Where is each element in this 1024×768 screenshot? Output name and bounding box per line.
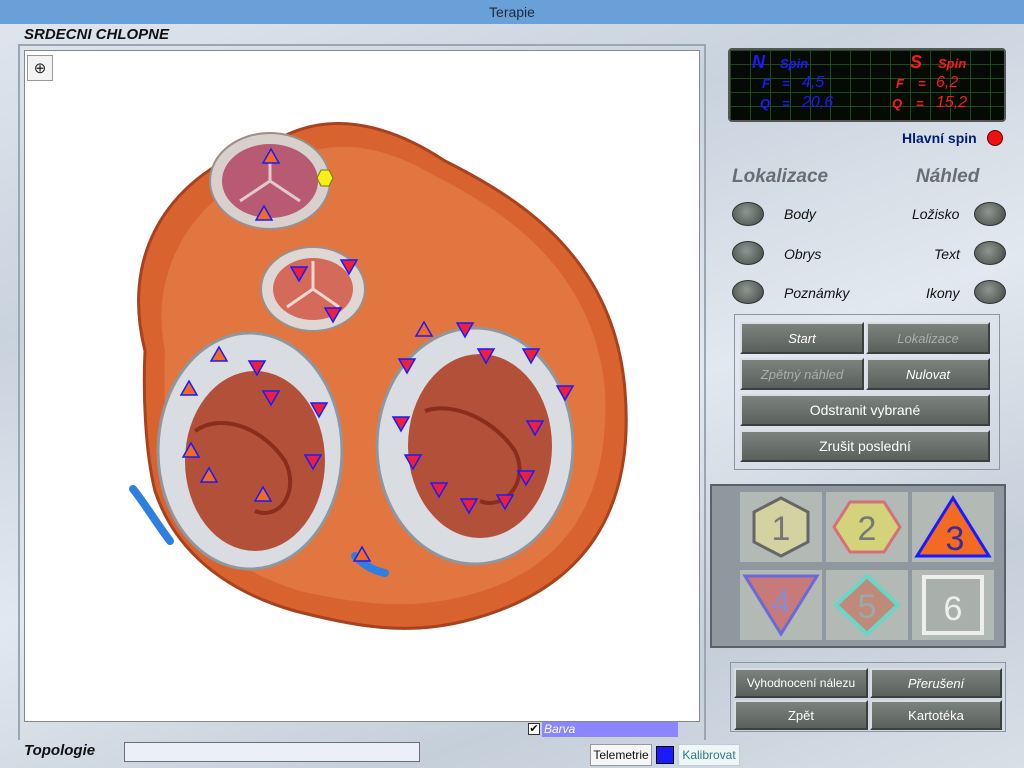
barva-control: ✔ Barva [524, 722, 678, 738]
inverted-triangle-4-icon: 4 [742, 574, 820, 637]
body-label: Body [784, 206, 816, 222]
diamond-5-icon: 5 [833, 573, 901, 637]
svg-text:1: 1 [772, 510, 791, 548]
south-f-value: 6,2 [936, 74, 959, 91]
south-f-label: F [896, 76, 904, 91]
marker-4-button[interactable]: 4 [740, 570, 822, 640]
svg-text:6: 6 [944, 590, 963, 628]
zpet-button[interactable]: Zpět [734, 700, 868, 730]
heart-canvas[interactable]: ⊕ [24, 50, 700, 722]
svg-text:3: 3 [946, 520, 965, 558]
marker-3-button[interactable]: 3 [912, 492, 994, 562]
north-f-label: F [762, 76, 770, 91]
barva-checkbox[interactable]: ✔ [528, 723, 540, 735]
south-pole-label: S [910, 52, 923, 72]
topologie-label: Topologie [24, 742, 96, 759]
south-q-label: Q [892, 96, 903, 111]
nahled-header: Náhled [916, 166, 980, 187]
square-6-icon: 6 [922, 575, 984, 635]
main-spin-indicator[interactable] [987, 130, 1003, 146]
body-toggle-button[interactable] [732, 202, 764, 226]
main-spin-label: Hlavní spin [902, 130, 977, 146]
south-f-eq: = [918, 76, 926, 91]
hexagon-2-icon: 2 [832, 500, 902, 554]
barva-color-bar[interactable]: Barva [542, 722, 678, 737]
north-f-value: 4,5 [802, 74, 825, 91]
zrusit-posledni-button[interactable]: Zrušit poslední [740, 430, 990, 462]
marker-2-button[interactable]: 2 [826, 492, 908, 562]
zpetny-nahled-button[interactable]: Zpětný náhled [740, 358, 864, 390]
svg-text:5: 5 [858, 588, 877, 626]
obrys-toggle-button[interactable] [732, 241, 764, 265]
text-toggle-button[interactable] [974, 241, 1006, 265]
north-q-eq: = [782, 96, 790, 111]
triangle-3-icon: 3 [914, 495, 992, 558]
ikony-label: Ikony [926, 285, 960, 301]
lokalizace-button[interactable]: Lokalizace [866, 322, 990, 354]
svg-text:4: 4 [772, 584, 791, 622]
lozisko-toggle-button[interactable] [974, 202, 1006, 226]
poznamky-toggle-button[interactable] [732, 280, 764, 304]
kartoteka-button[interactable]: Kartotéka [870, 700, 1002, 730]
hexagon-1-icon: 1 [752, 496, 810, 558]
north-q-label: Q [760, 96, 771, 111]
lokalizace-header: Lokalizace [732, 166, 829, 187]
lozisko-label: Ložisko [912, 206, 960, 222]
north-f-eq: = [782, 76, 790, 91]
poznamky-label: Poznámky [784, 285, 850, 301]
orange-triangle-markers [179, 147, 434, 562]
marker-5-button[interactable]: 5 [826, 570, 908, 640]
marker-layer [179, 147, 575, 562]
nulovat-button[interactable]: Nulovat [866, 358, 990, 390]
marker-palette: 1 2 3 4 5 6 [710, 484, 1006, 648]
telemetrie-button[interactable]: Telemetrie [590, 744, 652, 766]
start-button[interactable]: Start [740, 322, 864, 354]
marker-6-button[interactable]: 6 [912, 570, 994, 640]
south-spin-label: Spin [938, 56, 967, 71]
ikony-toggle-button[interactable] [974, 280, 1006, 304]
north-q-value: 20,6 [802, 94, 834, 111]
north-pole-label: N [752, 52, 765, 72]
obrys-label: Obrys [784, 246, 822, 262]
odstranit-vybrane-button[interactable]: Odstranit vybrané [740, 394, 990, 426]
preruseni-button[interactable]: Přerušení [870, 668, 1002, 698]
color-swatch[interactable] [656, 746, 674, 764]
window-title: Terapie [0, 0, 1024, 24]
north-spin-label: Spin [780, 56, 809, 71]
telemetry-display: N Spin F = 4,5 Q = 20,6 S Spin F = 6,2 Q… [728, 48, 1006, 122]
text-label: Text [934, 246, 960, 262]
yellow-hexagon-marker [316, 169, 334, 187]
kalibrovat-button[interactable]: Kalibrovat [678, 744, 740, 766]
south-q-eq: = [916, 96, 924, 111]
marker-1-button[interactable]: 1 [740, 492, 822, 562]
section-title: SRDECNI CHLOPNE [24, 26, 170, 43]
south-q-value: 15,2 [936, 94, 968, 111]
topologie-input[interactable] [124, 742, 420, 762]
red-triangle-markers [247, 259, 575, 515]
vyhodnoceni-button[interactable]: Vyhodnocení nálezu [734, 668, 868, 698]
svg-text:2: 2 [858, 510, 877, 548]
